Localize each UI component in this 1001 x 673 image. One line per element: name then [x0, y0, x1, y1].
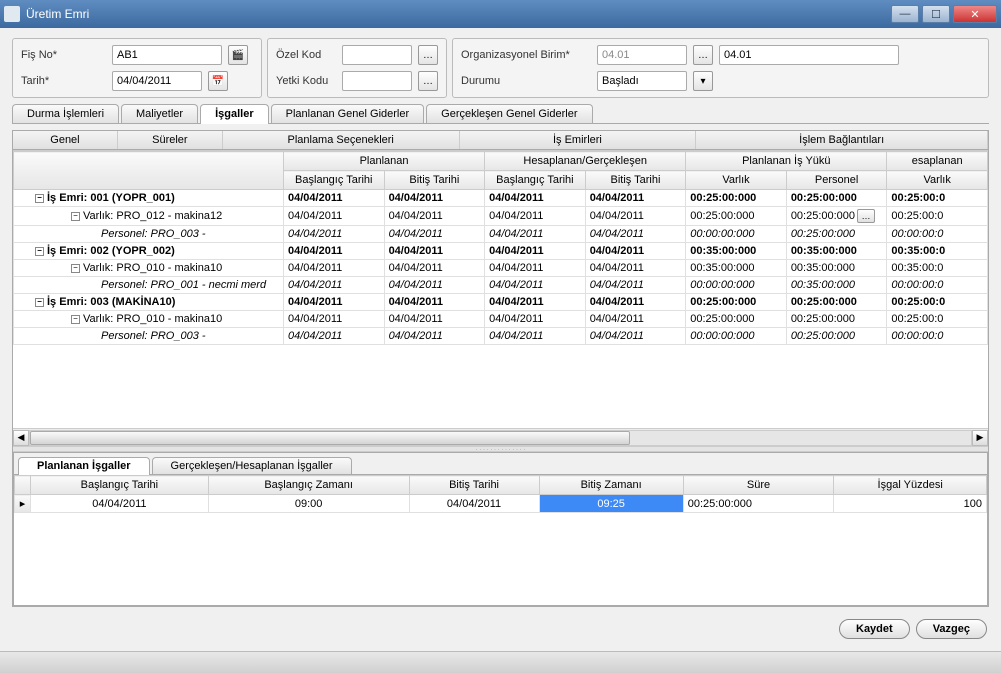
- table-row[interactable]: −Varlık: PRO_010 - makina1004/04/201104/…: [14, 311, 988, 328]
- durumu-label: Durumu: [461, 75, 591, 87]
- yetkikodu-label: Yetki Kodu: [276, 75, 336, 87]
- col-group-isyuku: Planlanan İş Yükü: [686, 152, 887, 171]
- table-row[interactable]: −Varlık: PRO_010 - makina1004/04/201104/…: [14, 260, 988, 277]
- lower-row[interactable]: ▸ 04/04/2011 09:00 04/04/2011 09:25 00:2…: [15, 495, 987, 513]
- titlebar[interactable]: Üretim Emri — ☐ ✕: [0, 0, 1001, 28]
- scroll-left-icon[interactable]: ◀: [13, 430, 29, 446]
- row-indicator-icon: ▸: [15, 495, 31, 513]
- ozelkod-label: Özel Kod: [276, 49, 336, 61]
- tree-toggle-icon[interactable]: −: [71, 212, 80, 221]
- ozelkod-input[interactable]: [342, 45, 412, 65]
- selected-cell[interactable]: 09:25: [539, 495, 683, 513]
- table-row[interactable]: −İş Emri: 001 (YOPR_001)04/04/201104/04/…: [14, 190, 988, 207]
- col-group-planlanan: Planlanan: [284, 152, 485, 171]
- main-tabstrip: Durma İşlemleri Maliyetler İşgaller Plan…: [12, 104, 989, 124]
- tree-label: Varlık: PRO_010 - makina10: [83, 313, 222, 325]
- orgbirim-lookup-icon[interactable]: …: [693, 45, 713, 65]
- orgbirim-input1[interactable]: [597, 45, 687, 65]
- save-button[interactable]: Kaydet: [839, 619, 910, 639]
- lowertab-gerceklesen-isgaller[interactable]: Gerçekleşen/Hesaplanan İşgaller: [152, 457, 352, 474]
- col-group-esaplanan: esaplanan: [887, 152, 988, 171]
- table-row[interactable]: Personel: PRO_003 -04/04/201104/04/20110…: [14, 328, 988, 345]
- tarih-input[interactable]: [112, 71, 202, 91]
- tab-durma-islemleri[interactable]: Durma İşlemleri: [12, 104, 119, 123]
- tree-toggle-icon[interactable]: −: [35, 194, 44, 203]
- tree-toggle-icon[interactable]: −: [35, 298, 44, 307]
- subtab-genel[interactable]: Genel: [13, 131, 118, 149]
- tree-label: Personel: PRO_003 -: [101, 228, 206, 240]
- tab-isgaller[interactable]: İşgaller: [200, 104, 269, 124]
- subtab-is-emirleri[interactable]: İş Emirleri: [460, 131, 697, 149]
- cell-lookup-icon[interactable]: …: [857, 209, 875, 223]
- close-button[interactable]: ✕: [953, 5, 997, 23]
- minimize-button[interactable]: —: [891, 5, 919, 23]
- tree-label: Varlık: PRO_012 - makina12: [83, 210, 222, 222]
- table-row[interactable]: −İş Emri: 003 (MAKİNA10)04/04/201104/04/…: [14, 294, 988, 311]
- orgbirim-input2[interactable]: [719, 45, 899, 65]
- maximize-button[interactable]: ☐: [922, 5, 950, 23]
- ozelkod-lookup-icon[interactable]: …: [418, 45, 438, 65]
- subtab-islem-baglantilari[interactable]: İşlem Bağlantıları: [696, 131, 988, 149]
- tree-label: İş Emri: 002 (YOPR_002): [47, 245, 175, 257]
- table-row[interactable]: Personel: PRO_003 -04/04/201104/04/20110…: [14, 226, 988, 243]
- tree-toggle-icon[interactable]: −: [35, 247, 44, 256]
- tree-label: Varlık: PRO_010 - makina10: [83, 262, 222, 274]
- table-row[interactable]: −Varlık: PRO_012 - makina1204/04/201104/…: [14, 207, 988, 226]
- fisno-label: Fiş No*: [21, 49, 106, 61]
- tab-maliyetler[interactable]: Maliyetler: [121, 104, 198, 123]
- orgbirim-label: Organizasyonel Birim*: [461, 49, 591, 61]
- fisno-lookup-icon[interactable]: 🎬: [228, 45, 248, 65]
- durumu-dropdown-icon[interactable]: ▾: [693, 71, 713, 91]
- tarih-label: Tarih*: [21, 75, 106, 87]
- durumu-input[interactable]: [597, 71, 687, 91]
- subtab-sureler[interactable]: Süreler: [118, 131, 223, 149]
- table-row[interactable]: Personel: PRO_001 - necmi merd04/04/2011…: [14, 277, 988, 294]
- tree-label: Personel: PRO_003 -: [101, 330, 206, 342]
- window-title: Üretim Emri: [26, 7, 891, 21]
- tab-planlanan-giderler[interactable]: Planlanan Genel Giderler: [271, 104, 425, 123]
- scroll-thumb[interactable]: [30, 431, 630, 445]
- main-grid[interactable]: Planlanan Hesaplanan/Gerçekleşen Planlan…: [13, 151, 988, 345]
- tab-gerceklesen-giderler[interactable]: Gerçekleşen Genel Giderler: [426, 104, 592, 123]
- tree-label: Personel: PRO_001 - necmi merd: [101, 279, 266, 291]
- sub-tabstrip: Genel Süreler Planlama Seçenekleri İş Em…: [13, 131, 988, 150]
- subtab-planlama[interactable]: Planlama Seçenekleri: [223, 131, 460, 149]
- tree-label: İş Emri: 001 (YOPR_001): [47, 192, 175, 204]
- tree-toggle-icon[interactable]: −: [71, 264, 80, 273]
- scroll-right-icon[interactable]: ▶: [972, 430, 988, 446]
- yetkikodu-lookup-icon[interactable]: …: [418, 71, 438, 91]
- cancel-button[interactable]: Vazgeç: [916, 619, 987, 639]
- fisno-input[interactable]: [112, 45, 222, 65]
- yetkikodu-input[interactable]: [342, 71, 412, 91]
- statusbar: [0, 651, 1001, 673]
- col-group-hesaplanan: Hesaplanan/Gerçekleşen: [485, 152, 686, 171]
- tree-label: İş Emri: 003 (MAKİNA10): [47, 296, 175, 308]
- table-row[interactable]: −İş Emri: 002 (YOPR_002)04/04/201104/04/…: [14, 243, 988, 260]
- calendar-icon[interactable]: [208, 71, 228, 91]
- tree-toggle-icon[interactable]: −: [71, 315, 80, 324]
- lowertab-planlanan-isgaller[interactable]: Planlanan İşgaller: [18, 457, 150, 475]
- horizontal-scrollbar[interactable]: ◀ ▶: [13, 428, 988, 446]
- app-icon: [4, 6, 20, 22]
- lower-grid[interactable]: Başlangıç Tarihi Başlangıç Zamanı Bitiş …: [14, 475, 987, 513]
